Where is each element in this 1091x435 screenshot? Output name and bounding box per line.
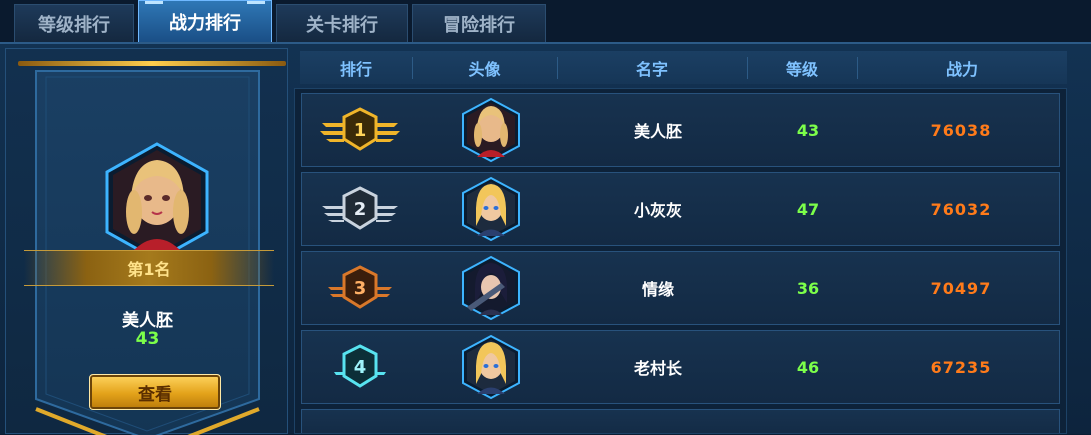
table-row[interactable] xyxy=(301,409,1060,433)
avatar-cell xyxy=(418,173,563,245)
player-level: 36 xyxy=(796,278,820,298)
rank-cell: 4 xyxy=(302,331,418,403)
player-power: 70497 xyxy=(930,278,992,298)
tab-power-ranking[interactable]: 战力排行 xyxy=(138,0,272,42)
table-row[interactable]: 1 美人胚 43 76038 xyxy=(301,93,1060,167)
player-power: 76038 xyxy=(930,120,992,140)
rank-cell: 1 xyxy=(302,94,418,166)
top-player-avatar[interactable] xyxy=(104,142,210,262)
tab-stage-ranking[interactable]: 关卡排行 xyxy=(276,4,408,42)
player-power: 76032 xyxy=(930,199,992,219)
view-button[interactable]: 查看 xyxy=(89,374,221,410)
player-level: 46 xyxy=(796,357,820,377)
table-row[interactable]: 2 小灰灰 47 76032 xyxy=(301,172,1060,246)
cyan-winged-badge-icon: 4 xyxy=(334,344,386,388)
bronze-winged-badge-icon: 3 xyxy=(328,265,392,309)
avatar-cell xyxy=(418,94,563,166)
tab-level-ranking[interactable]: 等级排行 xyxy=(14,4,134,42)
header-name: 名字 xyxy=(635,59,668,79)
ranking-panel: 第1名 美人胚 43 查看 排行 头像 名字 等级 战力 1 美人胚 43 76… xyxy=(0,42,1091,435)
player-avatar[interactable] xyxy=(461,97,521,163)
avatar-cell xyxy=(418,331,563,403)
player-name: 情缘 xyxy=(641,280,674,299)
top-player-panel: 第1名 美人胚 43 查看 xyxy=(5,48,288,435)
rank-cell: 2 xyxy=(302,173,418,245)
player-level: 43 xyxy=(796,120,820,140)
header-level: 等级 xyxy=(785,59,818,79)
top-player-level: 43 xyxy=(135,329,160,349)
table-row[interactable]: 3 情缘 36 70497 xyxy=(301,251,1060,325)
header-power: 战力 xyxy=(945,59,978,79)
badge-rank-number: 2 xyxy=(354,199,367,220)
player-name: 美人胚 xyxy=(633,122,682,141)
top-player-rank-label: 第1名 xyxy=(24,250,274,286)
player-avatar[interactable] xyxy=(461,334,521,400)
player-level: 47 xyxy=(796,199,820,219)
rank-cell: 3 xyxy=(302,252,418,324)
player-name: 老村长 xyxy=(633,359,682,378)
tab-adventure-ranking[interactable]: 冒险排行 xyxy=(412,4,546,42)
banner-gold-bar xyxy=(18,61,286,66)
badge-rank-number: 3 xyxy=(354,278,367,299)
ranking-table: 1 美人胚 43 76038 2 小灰灰 47 76032 3 情缘 36 70… xyxy=(294,88,1067,434)
tab-bar: 等级排行 战力排行 关卡排行 冒险排行 xyxy=(0,0,1091,42)
gold-winged-badge-icon: 1 xyxy=(320,107,400,151)
player-power: 67235 xyxy=(930,357,992,377)
player-avatar[interactable] xyxy=(461,176,521,242)
table-header: 排行 头像 名字 等级 战力 xyxy=(300,51,1067,84)
avatar-cell xyxy=(418,252,563,324)
header-avatar: 头像 xyxy=(468,59,501,79)
badge-rank-number: 4 xyxy=(354,357,367,378)
silver-winged-badge-icon: 2 xyxy=(322,186,398,230)
player-name: 小灰灰 xyxy=(633,201,682,220)
table-row[interactable]: 4 老村长 46 67235 xyxy=(301,330,1060,404)
badge-rank-number: 1 xyxy=(354,120,367,141)
player-avatar[interactable] xyxy=(461,255,521,321)
top-player-name: 美人胚 xyxy=(122,311,173,331)
header-rank: 排行 xyxy=(339,59,372,79)
